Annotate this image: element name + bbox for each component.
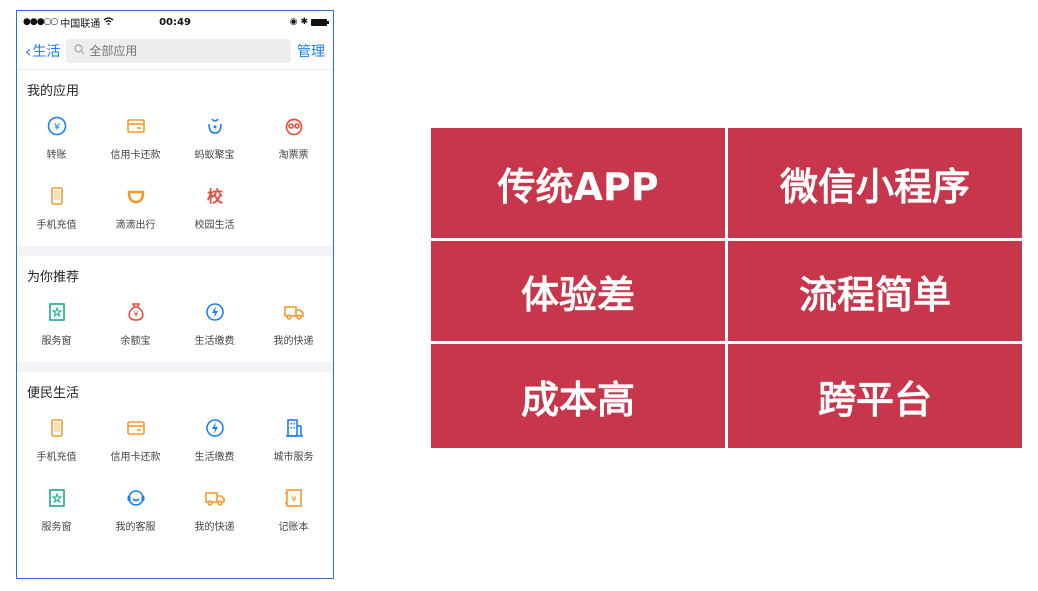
app-label: 信用卡还款 — [110, 451, 161, 463]
service-window-icon — [45, 486, 69, 510]
app-label: 服务窗 — [41, 521, 72, 533]
app-section: 我的应用 ¥ 转账 信用卡还款 蚂蚁聚宝 淘票票手机充值 滴滴出行 校校园生活 — [17, 70, 333, 246]
section-divider — [17, 362, 333, 372]
svg-text:¥: ¥ — [291, 495, 297, 505]
app-item[interactable]: 手机充值 — [17, 404, 96, 474]
bluetooth-icon: ✱ — [300, 17, 308, 27]
wifi-icon — [103, 16, 114, 28]
app-item[interactable]: ¥ 记账本 — [254, 474, 333, 544]
utility-icon — [203, 300, 227, 324]
app-label: 服务窗 — [41, 335, 72, 347]
phone-screenshot: ●●●○○ 中国联通 00:49 ◉ ✱ ‹ 生活 管理 我的应用¥转账信用卡还… — [16, 10, 334, 579]
search-input[interactable] — [89, 44, 210, 58]
app-label: 城市服务 — [273, 451, 314, 463]
svg-text:校: 校 — [206, 187, 223, 206]
app-item[interactable]: 信用卡还款 — [96, 404, 175, 474]
money-bag-icon: ¥ — [124, 300, 148, 324]
manage-button[interactable]: 管理 — [297, 41, 325, 61]
app-sections: 我的应用 ¥ 转账 信用卡还款 蚂蚁聚宝 淘票票 手机充值 滴滴出行校校园生活 为你推荐 服务窗 ¥… — [17, 70, 333, 548]
svg-text:¥: ¥ — [53, 122, 59, 133]
carrier-label: 中国联通 — [60, 18, 101, 30]
app-label: 我的客服 — [115, 521, 156, 533]
status-left: ●●●○○ 中国联通 — [23, 15, 114, 30]
comparison-cell: 体验差 — [431, 241, 725, 341]
comparison-header-cell: 微信小程序 — [728, 128, 1022, 238]
phone-icon — [45, 416, 69, 440]
app-grid: ¥ 转账 信用卡还款 蚂蚁聚宝 淘票票手机充值 滴滴出行 校校园生活 — [17, 102, 333, 242]
app-item[interactable]: 我的客服 — [96, 474, 175, 544]
app-label: 手机充值 — [36, 219, 77, 231]
phone-icon — [45, 184, 69, 208]
app-label: 余额宝 — [120, 335, 151, 347]
comparison-cell: 跨平台 — [728, 344, 1022, 448]
app-item[interactable]: 信用卡还款 — [96, 102, 175, 172]
section-title: 我的应用 — [27, 84, 80, 99]
app-grid: 手机充值 信用卡还款 生活缴费 城市服务服务窗 我的客服 我的快递 ¥ 记账本 — [17, 404, 333, 544]
app-item[interactable]: 服务窗 — [17, 288, 96, 358]
city-building-icon — [282, 416, 306, 440]
app-label: 蚂蚁聚宝 — [194, 149, 235, 161]
search-icon — [74, 44, 85, 58]
app-item[interactable]: 手机充值 — [17, 172, 96, 242]
comparison-cell: 流程简单 — [728, 241, 1022, 341]
comparison-table: 传统APP 微信小程序 体验差 流程简单 成本高 跨平台 — [431, 128, 1022, 448]
app-item[interactable]: 生活缴费 — [175, 404, 254, 474]
back-label: 生活 — [32, 44, 61, 60]
app-label: 信用卡还款 — [110, 149, 161, 161]
campus-icon: 校 — [203, 184, 227, 208]
comparison-header-cell: 传统APP — [431, 128, 725, 238]
app-label: 滴滴出行 — [115, 219, 156, 231]
app-item[interactable]: 校校园生活 — [175, 172, 254, 242]
app-item[interactable]: 生活缴费 — [175, 288, 254, 358]
service-window-icon — [45, 300, 69, 324]
app-item[interactable]: 服务窗 — [17, 474, 96, 544]
app-item[interactable]: 淘票票 — [254, 102, 333, 172]
back-button[interactable]: ‹ 生活 — [25, 41, 60, 61]
app-item[interactable]: 城市服务 — [254, 404, 333, 474]
app-section: 为你推荐服务窗 ¥ 余额宝 生活缴费 我的快递 — [17, 256, 333, 362]
app-item[interactable]: 滴滴出行 — [96, 172, 175, 242]
app-label: 转账 — [46, 149, 67, 161]
section-title: 便民生活 — [27, 386, 80, 401]
app-item[interactable]: 我的快递 — [175, 474, 254, 544]
ticket-icon — [282, 114, 306, 138]
credit-card-icon — [124, 416, 148, 440]
app-section: 便民生活手机充值 信用卡还款 生活缴费 城市服务服务窗 我的客服 我的快递 ¥ 记账本 — [17, 372, 333, 548]
section-divider — [17, 246, 333, 256]
ant-fortune-icon — [203, 114, 227, 138]
status-right: ◉ ✱ — [289, 17, 329, 27]
transfer-icon: ¥ — [45, 114, 69, 138]
app-label: 手机充值 — [36, 451, 77, 463]
app-item[interactable]: 蚂蚁聚宝 — [175, 102, 254, 172]
utility-icon — [203, 416, 227, 440]
chevron-left-icon: ‹ — [25, 41, 32, 61]
app-item[interactable]: ¥ 余额宝 — [96, 288, 175, 358]
app-item[interactable]: 我的快递 — [254, 288, 333, 358]
search-box[interactable] — [66, 39, 291, 63]
nav-bar: ‹ 生活 管理 — [17, 33, 333, 70]
section-title: 为你推荐 — [27, 270, 80, 285]
alarm-icon: ◉ — [289, 17, 298, 27]
delivery-truck-icon — [203, 486, 227, 510]
delivery-truck-icon — [282, 300, 306, 324]
app-label: 我的快递 — [273, 335, 314, 347]
credit-card-icon — [124, 114, 148, 138]
app-label: 生活缴费 — [194, 335, 235, 347]
didi-icon — [124, 184, 148, 208]
app-label: 记账本 — [278, 521, 309, 533]
app-label: 我的快递 — [194, 521, 235, 533]
app-label: 淘票票 — [278, 149, 309, 161]
ledger-icon: ¥ — [282, 486, 306, 510]
signal-icon: ●●●○○ — [23, 17, 58, 27]
app-grid: 服务窗 ¥ 余额宝 生活缴费 我的快递 — [17, 288, 333, 358]
status-bar: ●●●○○ 中国联通 00:49 ◉ ✱ — [17, 11, 333, 33]
app-label: 生活缴费 — [194, 451, 235, 463]
battery-icon — [311, 18, 329, 26]
comparison-cell: 成本高 — [431, 344, 725, 448]
customer-service-icon — [124, 486, 148, 510]
app-label: 校园生活 — [194, 219, 235, 231]
app-item[interactable]: ¥ 转账 — [17, 102, 96, 172]
svg-text:¥: ¥ — [133, 310, 138, 319]
